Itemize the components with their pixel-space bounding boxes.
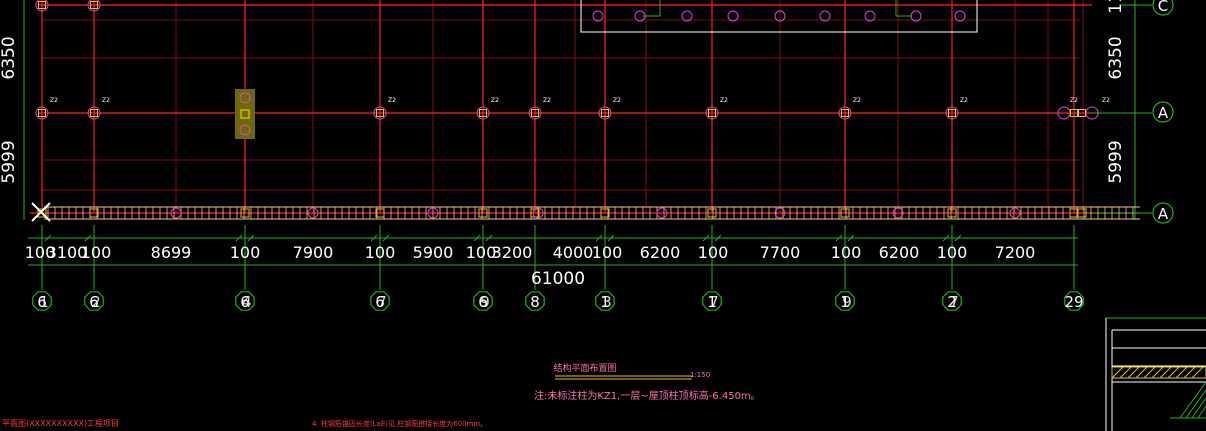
total-dimension: 61000 xyxy=(531,269,585,289)
dim-label: 100 xyxy=(937,243,968,262)
section-detail xyxy=(1105,317,1206,431)
column-axis-bubble: 8 xyxy=(525,291,545,311)
columns: Z2 Z2 Z2 Z2 Z2 Z2 Z2 Z2 Z2 Z2 Z2 xyxy=(31,0,1110,222)
bubble-label: 8 xyxy=(530,293,540,311)
column-tag: Z2 xyxy=(1070,97,1078,104)
row-axis-a-middle-label: A xyxy=(1158,104,1169,122)
bubble-label-overlay: 1 xyxy=(39,293,49,311)
dim-label: 5900 xyxy=(413,243,454,262)
column-tag: Z2 xyxy=(1102,97,1110,104)
drawing-scale: 1:150 xyxy=(690,371,710,379)
dim-label: 100 xyxy=(831,243,862,262)
column-tag: Z2 xyxy=(960,97,968,104)
bubble-label-overlay: 4 xyxy=(242,293,252,311)
bubble-label-overlay: 9 xyxy=(480,293,490,311)
structural-grid-lines xyxy=(23,0,1152,220)
column-tag: Z2 xyxy=(491,97,499,104)
bubble-label-overlay: 7 xyxy=(709,293,719,311)
vertical-dim-right-top: 11 xyxy=(1106,0,1126,14)
column-axis-bubble: 62 xyxy=(84,291,104,311)
bubble-label-overlay: 2 xyxy=(91,293,101,311)
dim-label: 3200 xyxy=(492,243,533,262)
bubble-label-overlay: 3 xyxy=(602,293,612,311)
column-axis-bubble: 29 xyxy=(1064,291,1084,311)
column-tag: Z2 xyxy=(720,97,728,104)
red-note: 4. 柱钢筋锚固长度(LaE)见,柱钢筋搭接长度为600mm。 xyxy=(312,419,487,428)
axis-bubbles: 61 62 64 67 69 8 13 17 19 27 29 xyxy=(32,291,1084,311)
bubble-label-overlay: 7 xyxy=(949,293,959,311)
row-axis-c-label: C xyxy=(1158,0,1168,15)
dim-label: 100 xyxy=(230,243,261,262)
dim-label: 7700 xyxy=(760,243,801,262)
origin-marker xyxy=(31,202,51,222)
drawing-note: 注:未标注柱为KZ1,一层~屋顶柱顶标高-6.450m。 xyxy=(534,389,761,402)
dim-label: 100 xyxy=(365,243,396,262)
column-tag: Z2 xyxy=(50,97,58,104)
bubble-label-overlay: 9 xyxy=(842,293,852,311)
row-axis-a-middle-bubble: A xyxy=(1152,101,1174,123)
column-axis-bubble: 13 xyxy=(595,291,615,311)
column-axis-bubble: 27 xyxy=(942,291,962,311)
row-axis-a-bottom-bubble: A xyxy=(1152,202,1174,224)
dim-label: 100 xyxy=(698,243,729,262)
vertical-dim-left-lower: 5999 xyxy=(0,140,19,183)
dim-label: 8699 xyxy=(151,243,192,262)
column-tag: Z2 xyxy=(388,97,396,104)
bubble-label: 29 xyxy=(1064,293,1083,311)
highlighted-column-block xyxy=(235,89,255,139)
cad-drawing-canvas[interactable]: 1003100100 8699 100 7900 100 5900 1003200 40001… xyxy=(0,0,1206,431)
dim-label: 7900 xyxy=(293,243,334,262)
row-axis-a-bottom-label: A xyxy=(1158,205,1169,223)
vertical-dim-right-upper: 6350 xyxy=(1106,36,1126,79)
vertical-dim-left-upper: 6350 xyxy=(0,36,19,79)
column-tag: Z2 xyxy=(102,97,110,104)
column-axis-bubble: 19 xyxy=(835,291,855,311)
dim-label: 100 xyxy=(592,243,623,262)
column-tag: Z2 xyxy=(613,97,621,104)
vertical-dim-right-lower: 5999 xyxy=(1106,140,1126,183)
column-tag: Z2 xyxy=(543,97,551,104)
column-axis-bubble: 69 xyxy=(473,291,493,311)
dim-label: 100 xyxy=(81,243,112,262)
dim-label: 6200 xyxy=(879,243,920,262)
dim-label: 4000 xyxy=(553,243,594,262)
dim-label: 7200 xyxy=(995,243,1036,262)
column-axis-bubble: 61 xyxy=(32,291,52,311)
column-tag: Z2 xyxy=(853,97,861,104)
bubble-label-overlay: 7 xyxy=(377,293,387,311)
drawing-title: 结构平面布置图 xyxy=(553,362,616,374)
column-axis-bubble: 17 xyxy=(702,291,722,311)
dim-label: 6200 xyxy=(640,243,681,262)
column-axis-bubble: 67 xyxy=(370,291,390,311)
row-axis-c-bubble: C xyxy=(1152,0,1174,16)
left-project-text: 平面图(XXXXXXXXXX)工程项目 xyxy=(2,419,119,428)
column-axis-bubble: 64 xyxy=(235,291,255,311)
